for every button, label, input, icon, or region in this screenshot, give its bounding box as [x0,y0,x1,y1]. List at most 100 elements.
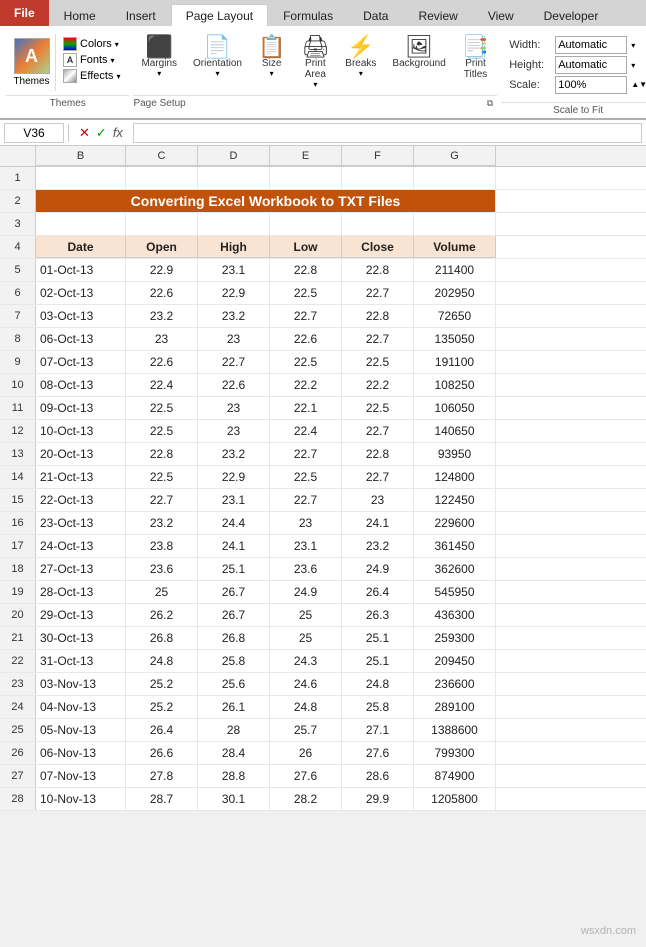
cell-open-16[interactable]: 23.2 [126,512,198,534]
function-icon[interactable]: fx [113,125,123,140]
cell-close-10[interactable]: 22.2 [342,374,414,396]
cell-close-8[interactable]: 22.7 [342,328,414,350]
tab-file[interactable]: File [0,0,49,26]
row-header[interactable]: 26 [0,742,36,764]
row-header[interactable]: 14 [0,466,36,488]
cell-open-18[interactable]: 23.6 [126,558,198,580]
cell-date-25[interactable]: 05-Nov-13 [36,719,126,741]
cell-open-14[interactable]: 22.5 [126,466,198,488]
cell-low-10[interactable]: 22.2 [270,374,342,396]
cell-volume-15[interactable]: 122450 [414,489,496,511]
background-button[interactable]: 🖼 Background [386,34,451,71]
size-button[interactable]: 📋 Size ▾ [252,34,291,80]
cell-low-15[interactable]: 22.7 [270,489,342,511]
cell-high-15[interactable]: 23.1 [198,489,270,511]
width-arrow[interactable]: ▾ [631,41,635,50]
cell-low-12[interactable]: 22.4 [270,420,342,442]
cell-volume-12[interactable]: 140650 [414,420,496,442]
row-header[interactable]: 9 [0,351,36,373]
header-low[interactable]: Low [270,236,342,258]
cell-f3[interactable] [342,213,414,235]
row-header[interactable]: 12 [0,420,36,442]
cell-close-16[interactable]: 24.1 [342,512,414,534]
row-header[interactable]: 25 [0,719,36,741]
tab-view[interactable]: View [473,4,529,26]
cell-high-23[interactable]: 25.6 [198,673,270,695]
cell-volume-10[interactable]: 108250 [414,374,496,396]
cell-date-18[interactable]: 27-Oct-13 [36,558,126,580]
row-header[interactable]: 1 [0,167,36,189]
cell-high-9[interactable]: 22.7 [198,351,270,373]
cell-low-13[interactable]: 22.7 [270,443,342,465]
cell-close-28[interactable]: 29.9 [342,788,414,810]
row-header[interactable]: 4 [0,236,36,258]
cell-high-8[interactable]: 23 [198,328,270,350]
cell-date-17[interactable]: 24-Oct-13 [36,535,126,557]
cell-volume-27[interactable]: 874900 [414,765,496,787]
cell-high-14[interactable]: 22.9 [198,466,270,488]
cell-open-20[interactable]: 26.2 [126,604,198,626]
cell-volume-7[interactable]: 72650 [414,305,496,327]
cell-open-23[interactable]: 25.2 [126,673,198,695]
cell-volume-14[interactable]: 124800 [414,466,496,488]
tab-data[interactable]: Data [348,4,403,26]
cell-e1[interactable] [270,167,342,189]
cell-date-26[interactable]: 06-Nov-13 [36,742,126,764]
cell-low-22[interactable]: 24.3 [270,650,342,672]
cell-close-19[interactable]: 26.4 [342,581,414,603]
cell-low-19[interactable]: 24.9 [270,581,342,603]
cell-close-20[interactable]: 26.3 [342,604,414,626]
cell-close-5[interactable]: 22.8 [342,259,414,281]
cell-close-25[interactable]: 27.1 [342,719,414,741]
cell-open-25[interactable]: 26.4 [126,719,198,741]
cell-close-15[interactable]: 23 [342,489,414,511]
cell-date-7[interactable]: 03-Oct-13 [36,305,126,327]
breaks-button[interactable]: ⚡ Breaks ▾ [339,34,382,80]
cell-close-13[interactable]: 22.8 [342,443,414,465]
cell-open-17[interactable]: 23.8 [126,535,198,557]
effects-button[interactable]: Effects ▾ [60,68,123,84]
cell-e3[interactable] [270,213,342,235]
cell-date-22[interactable]: 31-Oct-13 [36,650,126,672]
cell-volume-21[interactable]: 259300 [414,627,496,649]
cell-date-15[interactable]: 22-Oct-13 [36,489,126,511]
header-volume[interactable]: Volume [414,236,496,258]
row-header[interactable]: 21 [0,627,36,649]
cell-high-21[interactable]: 26.8 [198,627,270,649]
cell-volume-22[interactable]: 209450 [414,650,496,672]
cell-open-15[interactable]: 22.7 [126,489,198,511]
col-header-d[interactable]: D [198,146,270,166]
cell-date-20[interactable]: 29-Oct-13 [36,604,126,626]
cell-g1[interactable] [414,167,496,189]
cell-open-8[interactable]: 23 [126,328,198,350]
tab-insert[interactable]: Insert [111,4,171,26]
cell-close-17[interactable]: 23.2 [342,535,414,557]
cell-high-12[interactable]: 23 [198,420,270,442]
row-header[interactable]: 11 [0,397,36,419]
cell-high-6[interactable]: 22.9 [198,282,270,304]
cell-open-11[interactable]: 22.5 [126,397,198,419]
cell-high-16[interactable]: 24.4 [198,512,270,534]
cell-high-27[interactable]: 28.8 [198,765,270,787]
row-header[interactable]: 23 [0,673,36,695]
cell-volume-11[interactable]: 106050 [414,397,496,419]
cell-low-27[interactable]: 27.6 [270,765,342,787]
cell-date-8[interactable]: 06-Oct-13 [36,328,126,350]
margins-button[interactable]: ⬛ Margins ▾ [135,34,183,80]
cell-volume-23[interactable]: 236600 [414,673,496,695]
height-arrow[interactable]: ▾ [631,61,635,70]
cell-open-12[interactable]: 22.5 [126,420,198,442]
cell-close-18[interactable]: 24.9 [342,558,414,580]
cell-close-24[interactable]: 25.8 [342,696,414,718]
cell-open-10[interactable]: 22.4 [126,374,198,396]
cell-volume-13[interactable]: 93950 [414,443,496,465]
cell-open-28[interactable]: 28.7 [126,788,198,810]
cell-open-26[interactable]: 26.6 [126,742,198,764]
tab-developer[interactable]: Developer [529,4,614,26]
cell-c1[interactable] [126,167,198,189]
cell-open-27[interactable]: 27.8 [126,765,198,787]
cell-volume-28[interactable]: 1205800 [414,788,496,810]
cell-date-12[interactable]: 10-Oct-13 [36,420,126,442]
cell-d3[interactable] [198,213,270,235]
cell-close-27[interactable]: 28.6 [342,765,414,787]
